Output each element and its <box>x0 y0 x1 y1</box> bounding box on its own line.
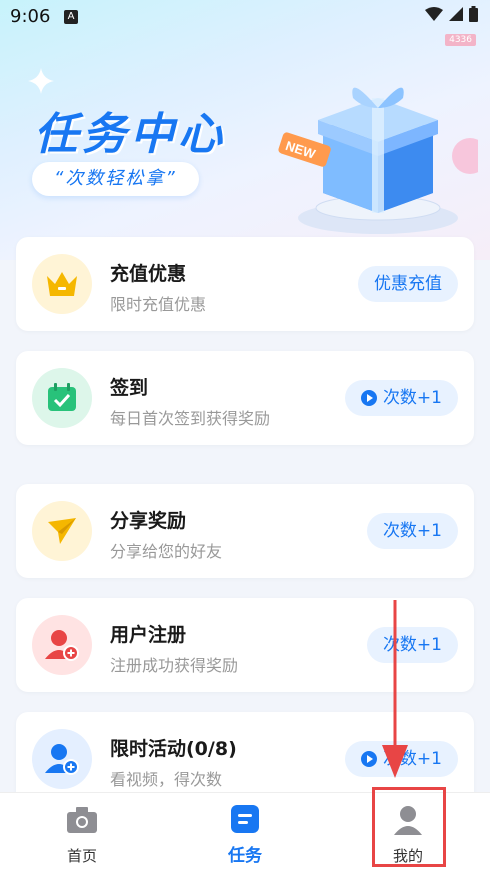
action-label: 次数+1 <box>382 388 442 408</box>
task-title: 限时活动(0/8) <box>110 738 237 760</box>
annotation-arrow <box>382 600 408 778</box>
user-add-icon <box>32 615 92 675</box>
task-subtitle: 看视频，得次数 <box>110 770 223 789</box>
crown-icon <box>32 254 92 314</box>
status-bar: 9:06 A 4336 <box>0 0 490 46</box>
task-title: 用户注册 <box>110 624 187 646</box>
battery-icon <box>469 6 478 22</box>
task-card-checkin: 签到 每日首次签到获得奖励 次数+1 <box>16 351 474 445</box>
system-icons <box>425 6 478 22</box>
task-subtitle: 每日首次签到获得奖励 <box>110 409 271 428</box>
task-list-icon <box>231 805 259 833</box>
play-icon <box>360 751 377 767</box>
tab-label: 首页 <box>66 847 97 865</box>
task-title: 分享奖励 <box>110 510 187 532</box>
user-add-icon <box>32 729 92 789</box>
calendar-check-icon <box>32 368 92 428</box>
hero-banner: 9:06 A 4336 任务中心 “次数轻松拿” NEW <box>0 0 490 260</box>
recharge-button[interactable]: 优惠充值 <box>358 266 458 302</box>
hero-slogan: “次数轻松拿” <box>32 162 199 196</box>
task-title: 充值优惠 <box>110 263 187 285</box>
wifi-icon <box>425 7 443 21</box>
tab-home[interactable]: 首页 <box>22 793 142 873</box>
sparkle-icon <box>28 68 54 94</box>
action-label: 优惠充值 <box>374 274 442 294</box>
gift-box-icon: NEW <box>278 87 478 234</box>
checkin-button[interactable]: 次数+1 <box>344 380 458 416</box>
task-subtitle: 限时充值优惠 <box>110 295 207 314</box>
camera-icon <box>67 807 97 833</box>
annotation-highlight-box <box>372 787 446 867</box>
task-card-share: 分享奖励 分享给您的好友 次数+1 <box>16 484 474 578</box>
share-button[interactable]: 次数+1 <box>366 513 458 549</box>
app-notification-icon: A <box>64 10 78 24</box>
task-subtitle: 注册成功获得奖励 <box>110 656 239 675</box>
signal-icon <box>449 7 463 21</box>
task-title: 签到 <box>110 377 149 399</box>
task-card-recharge: 充值优惠 限时充值优惠 优惠充值 <box>16 237 474 331</box>
action-label: 次数+1 <box>382 521 442 541</box>
tab-label: 任务 <box>228 846 262 866</box>
paper-plane-icon <box>32 501 92 561</box>
task-subtitle: 分享给您的好友 <box>110 542 223 561</box>
network-speed-badge: 4336 <box>445 34 476 46</box>
tab-tasks[interactable]: 任务 <box>185 793 305 873</box>
play-icon <box>360 390 377 406</box>
page-title: 任务中心 <box>34 109 226 160</box>
status-time: 9:06 <box>10 6 51 27</box>
